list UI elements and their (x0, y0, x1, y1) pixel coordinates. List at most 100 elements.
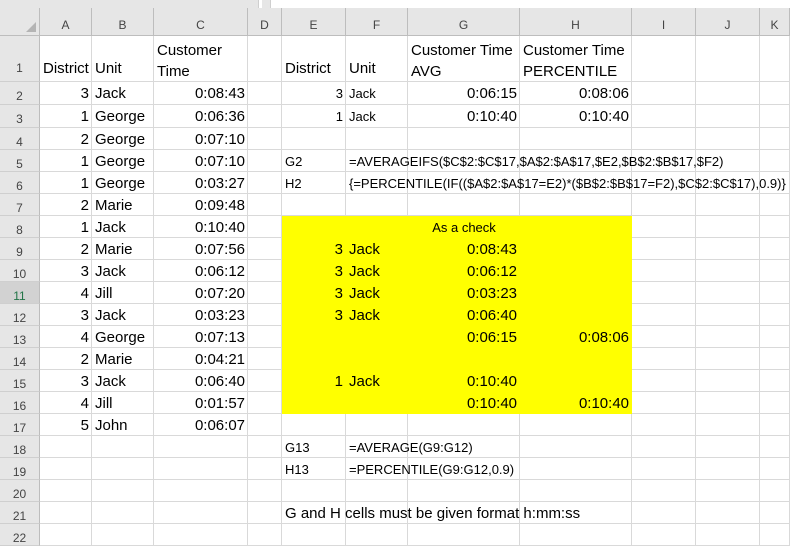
cell-f9[interactable]: Jack (346, 238, 408, 260)
cell-e10[interactable]: 3 (282, 260, 346, 282)
row-header-2[interactable]: 2 (0, 82, 40, 105)
cell-e2[interactable]: 3 (282, 82, 346, 105)
cell-a3[interactable]: 1 (40, 105, 92, 128)
cell-g1a[interactable]: Customer Time (408, 40, 520, 60)
cell-g1b[interactable]: AVG (408, 61, 520, 81)
cell-g8[interactable]: As a check (408, 216, 520, 238)
row-header-18[interactable]: 18 (0, 436, 40, 458)
cell-e11[interactable]: 3 (282, 282, 346, 304)
cell-b10[interactable]: Jack (92, 260, 154, 282)
row-header-7[interactable]: 7 (0, 194, 40, 216)
cell-b17[interactable]: John (92, 414, 154, 436)
cell-a15[interactable]: 3 (40, 370, 92, 392)
cell-g16[interactable]: 0:10:40 (408, 392, 520, 414)
cell-h1b[interactable]: PERCENTILE (520, 61, 632, 81)
cell-c16[interactable]: 0:01:57 (154, 392, 248, 414)
row-header-9[interactable]: 9 (0, 238, 40, 260)
row-header-3[interactable]: 3 (0, 105, 40, 128)
row-header-1[interactable]: 1 (0, 36, 40, 82)
cell-f3[interactable]: Jack (346, 105, 408, 128)
cell-f12[interactable]: Jack (346, 304, 408, 326)
cell-a10[interactable]: 3 (40, 260, 92, 282)
cell-c4[interactable]: 0:07:10 (154, 128, 248, 150)
row-header-21[interactable]: 21 (0, 502, 40, 524)
cell-b4[interactable]: George (92, 128, 154, 150)
cell-c15[interactable]: 0:06:40 (154, 370, 248, 392)
cell-c1a[interactable]: Customer (154, 40, 248, 60)
cell-a4[interactable]: 2 (40, 128, 92, 150)
cell-b8[interactable]: Jack (92, 216, 154, 238)
cell-a14[interactable]: 2 (40, 348, 92, 370)
cell-g9[interactable]: 0:08:43 (408, 238, 520, 260)
select-all-corner[interactable] (0, 8, 40, 36)
cell-e1[interactable]: District (282, 58, 346, 78)
row-header-11[interactable]: 11 (0, 282, 40, 304)
column-header-c[interactable]: C (154, 8, 248, 36)
cell-a16[interactable]: 4 (40, 392, 92, 414)
cell-b16[interactable]: Jill (92, 392, 154, 414)
cell-b1[interactable]: Unit (92, 58, 154, 78)
cell-f19[interactable]: =PERCENTILE(G9:G12,0.9) (346, 458, 632, 480)
cell-a12[interactable]: 3 (40, 304, 92, 326)
column-header-h[interactable]: H (520, 8, 632, 36)
column-header-j[interactable]: J (696, 8, 760, 36)
column-header-b[interactable]: B (92, 8, 154, 36)
row-header-5[interactable]: 5 (0, 150, 40, 172)
cell-a2[interactable]: 3 (40, 82, 92, 105)
cell-a1[interactable]: District (40, 58, 92, 78)
row-header-14[interactable]: 14 (0, 348, 40, 370)
cell-f18[interactable]: =AVERAGE(G9:G12) (346, 436, 632, 458)
cell-g11[interactable]: 0:03:23 (408, 282, 520, 304)
cell-c9[interactable]: 0:07:56 (154, 238, 248, 260)
row-header-10[interactable]: 10 (0, 260, 40, 282)
cell-c12[interactable]: 0:03:23 (154, 304, 248, 326)
cell-c1b[interactable]: Time (154, 61, 248, 81)
row-header-13[interactable]: 13 (0, 326, 40, 348)
row-header-12[interactable]: 12 (0, 304, 40, 326)
cell-h16[interactable]: 0:10:40 (520, 392, 632, 414)
cell-h1a[interactable]: Customer Time (520, 40, 632, 60)
column-header-f[interactable]: F (346, 8, 408, 36)
cell-e9[interactable]: 3 (282, 238, 346, 260)
cell-e15[interactable]: 1 (282, 370, 346, 392)
cell-e12[interactable]: 3 (282, 304, 346, 326)
column-header-e[interactable]: E (282, 8, 346, 36)
cell-e3[interactable]: 1 (282, 105, 346, 128)
cell-c5[interactable]: 0:07:10 (154, 150, 248, 172)
cell-c11[interactable]: 0:07:20 (154, 282, 248, 304)
cell-f10[interactable]: Jack (346, 260, 408, 282)
cell-c2[interactable]: 0:08:43 (154, 82, 248, 105)
column-header-i[interactable]: I (632, 8, 696, 36)
cell-f2[interactable]: Jack (346, 82, 408, 105)
cell-g3[interactable]: 0:10:40 (408, 105, 520, 128)
cell-c14[interactable]: 0:04:21 (154, 348, 248, 370)
cell-g15[interactable]: 0:10:40 (408, 370, 520, 392)
cell-f11[interactable]: Jack (346, 282, 408, 304)
cell-b15[interactable]: Jack (92, 370, 154, 392)
cell-f15[interactable]: Jack (346, 370, 408, 392)
cell-b9[interactable]: Marie (92, 238, 154, 260)
cell-b7[interactable]: Marie (92, 194, 154, 216)
cell-a5[interactable]: 1 (40, 150, 92, 172)
row-header-20[interactable]: 20 (0, 480, 40, 502)
cell-b2[interactable]: Jack (92, 82, 154, 105)
cell-b5[interactable]: George (92, 150, 154, 172)
cell-a17[interactable]: 5 (40, 414, 92, 436)
cell-f5[interactable]: =AVERAGEIFS($C$2:$C$17,$A$2:$A$17,$E2,$B… (346, 150, 760, 172)
cell-e18[interactable]: G13 (282, 436, 346, 458)
row-header-15[interactable]: 15 (0, 370, 40, 392)
cell-e19[interactable]: H13 (282, 458, 346, 480)
row-header-22[interactable]: 22 (0, 524, 40, 546)
cell-c3[interactable]: 0:06:36 (154, 105, 248, 128)
row-header-4[interactable]: 4 (0, 128, 40, 150)
cell-b12[interactable]: Jack (92, 304, 154, 326)
row-header-8[interactable]: 8 (0, 216, 40, 238)
cell-b6[interactable]: George (92, 172, 154, 194)
cell-b14[interactable]: Marie (92, 348, 154, 370)
cell-h2[interactable]: 0:08:06 (520, 82, 632, 105)
column-header-a[interactable]: A (40, 8, 92, 36)
cell-a9[interactable]: 2 (40, 238, 92, 260)
row-header-19[interactable]: 19 (0, 458, 40, 480)
cell-a7[interactable]: 2 (40, 194, 92, 216)
cell-a6[interactable]: 1 (40, 172, 92, 194)
